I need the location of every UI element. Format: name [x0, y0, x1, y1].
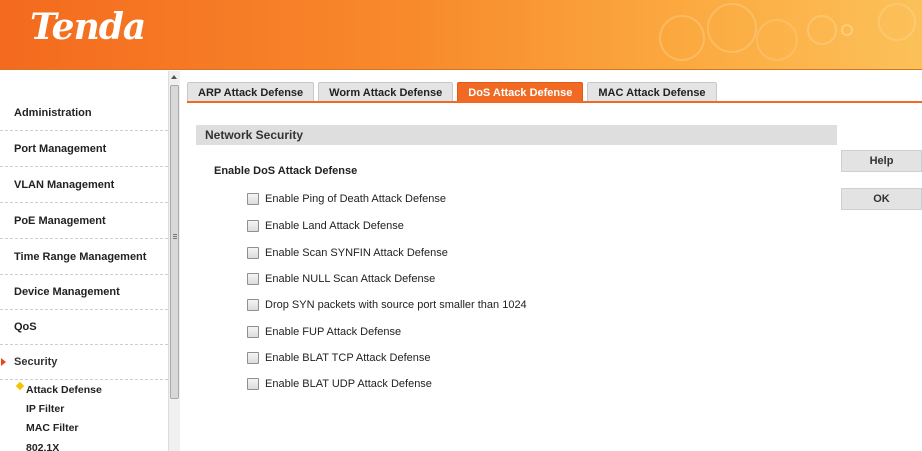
sidebar-item-label: Device Management [14, 285, 120, 298]
sidebar-subitem-mac-filter[interactable]: MAC Filter [26, 422, 79, 434]
sidebar-item-port-management[interactable]: Port Management [0, 131, 168, 167]
sidebar-item-label: PoE Management [14, 214, 106, 227]
grip-line [173, 236, 177, 237]
sidebar-item-security[interactable]: Security [0, 344, 168, 380]
option-scan-synfin[interactable]: Enable Scan SYNFIN Attack Defense [247, 246, 448, 260]
sidebar-item-label: VLAN Management [14, 178, 115, 191]
option-blat-udp[interactable]: Enable BLAT UDP Attack Defense [247, 377, 432, 391]
sidebar-item-vlan-management[interactable]: VLAN Management [0, 167, 168, 203]
help-button[interactable]: Help [841, 150, 922, 172]
tenda-logo: Tenda [30, 6, 146, 48]
sidebar-item-administration[interactable]: Administration [0, 95, 168, 131]
option-drop-syn[interactable]: Drop SYN packets with source port smalle… [247, 298, 527, 312]
option-ping-of-death[interactable]: Enable Ping of Death Attack Defense [247, 192, 446, 206]
tab-worm-attack-defense[interactable]: Worm Attack Defense [318, 82, 454, 102]
sidebar-subitem-ip-filter[interactable]: IP Filter [26, 403, 64, 415]
sidebar-item-qos[interactable]: QoS [0, 309, 168, 345]
header-decoration-icon [659, 3, 916, 61]
sidebar-subitem-attack-defense[interactable]: Attack Defense [26, 384, 102, 396]
sidebar-item-poe-management[interactable]: PoE Management [0, 203, 168, 239]
dos-defense-heading: Enable DoS Attack Defense [214, 165, 358, 177]
scroll-up-arrow-icon[interactable] [171, 75, 177, 79]
option-label: Enable Ping of Death Attack Defense [265, 193, 447, 205]
section-title: Network Security [196, 125, 837, 145]
sidebar-item-label: Administration [14, 106, 92, 119]
scrollbar-thumb[interactable] [170, 85, 179, 399]
checkbox[interactable] [247, 247, 259, 259]
sidebar-item-label: Time Range Management [14, 250, 147, 263]
app-window: Tenda Administration Port Management VLA… [0, 0, 922, 451]
checkbox[interactable] [247, 378, 259, 390]
grip-line [173, 234, 177, 235]
tab-arp-attack-defense[interactable]: ARP Attack Defense [187, 82, 315, 102]
checkbox[interactable] [247, 299, 259, 311]
ok-button[interactable]: OK [841, 188, 922, 210]
active-arrow-icon [1, 357, 6, 366]
option-label: Enable FUP Attack Defense [265, 326, 402, 338]
checkbox[interactable] [247, 352, 259, 364]
option-land-attack[interactable]: Enable Land Attack Defense [247, 219, 404, 233]
checkbox[interactable] [247, 193, 259, 205]
checkbox[interactable] [247, 273, 259, 285]
option-label: Drop SYN packets with source port smalle… [265, 299, 527, 311]
option-fup-attack[interactable]: Enable FUP Attack Defense [247, 325, 401, 339]
option-label: Enable Land Attack Defense [265, 220, 404, 232]
header-banner: Tenda [0, 0, 922, 70]
option-label: Enable NULL Scan Attack Defense [265, 273, 436, 285]
option-label: Enable BLAT UDP Attack Defense [265, 378, 432, 390]
grip-line [173, 238, 177, 239]
sidebar-item-label: QoS [14, 320, 37, 333]
option-null-scan[interactable]: Enable NULL Scan Attack Defense [247, 272, 435, 286]
sidebar-item-label: Security [14, 355, 58, 368]
tab-dos-attack-defense[interactable]: DoS Attack Defense [457, 82, 584, 102]
option-label: Enable BLAT TCP Attack Defense [265, 352, 431, 364]
checkbox[interactable] [247, 220, 259, 232]
tab-underline [187, 101, 922, 103]
sidebar-subitem-8021x[interactable]: 802.1X [26, 442, 59, 451]
sidebar-scrollbar[interactable] [168, 71, 180, 451]
sidebar-item-time-range-management[interactable]: Time Range Management [0, 239, 168, 275]
tab-mac-attack-defense[interactable]: MAC Attack Defense [587, 82, 717, 102]
tab-bar: ARP Attack Defense Worm Attack Defense D… [187, 82, 717, 102]
sidebar-item-label: Port Management [14, 142, 107, 155]
option-blat-tcp[interactable]: Enable BLAT TCP Attack Defense [247, 351, 431, 365]
checkbox[interactable] [247, 326, 259, 338]
option-label: Enable Scan SYNFIN Attack Defense [265, 247, 448, 259]
sidebar-item-device-management[interactable]: Device Management [0, 274, 168, 310]
